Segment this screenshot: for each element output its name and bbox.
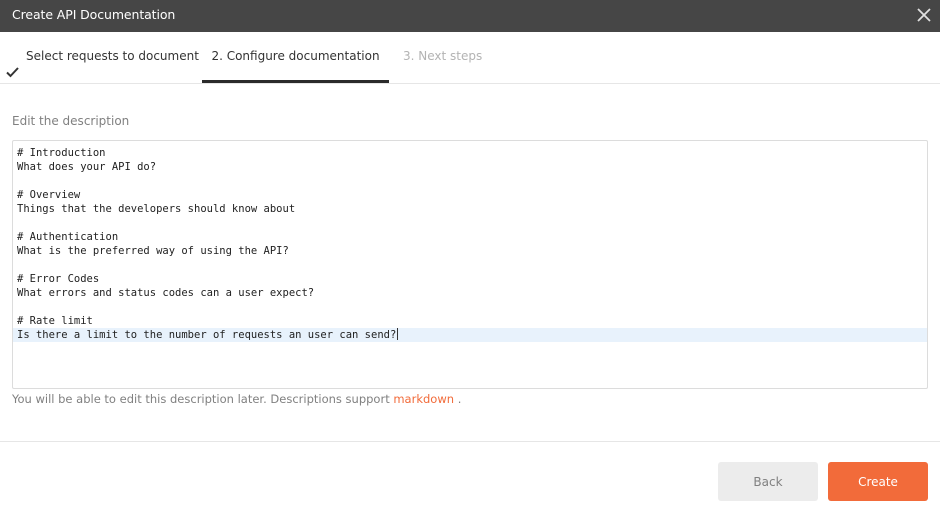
- tab-select-requests-label: Select requests to document: [26, 49, 199, 63]
- create-button[interactable]: Create: [828, 462, 928, 501]
- help-text: You will be able to edit this descriptio…: [12, 392, 461, 406]
- dialog-title: Create API Documentation: [12, 7, 176, 22]
- check-icon: [6, 50, 19, 77]
- create-api-documentation-dialog: Create API Documentation Select requests…: [0, 0, 940, 515]
- editor-line: # Authentication: [17, 231, 119, 243]
- editor-line: # Overview: [17, 189, 81, 201]
- footer-divider: [0, 441, 940, 442]
- text-cursor: [397, 328, 399, 340]
- description-editor[interactable]: # Introduction What does your API do? # …: [12, 140, 928, 389]
- editor-line: What errors and status codes can a user …: [17, 287, 315, 299]
- tab-next-steps-label: 3. Next steps: [403, 49, 483, 63]
- tab-configure-documentation-label: 2. Configure documentation: [211, 49, 380, 63]
- editor-line: What does your API do?: [17, 161, 157, 173]
- editor-line: # Error Codes: [17, 273, 100, 285]
- wizard-steps: Select requests to document 2. Configure…: [0, 32, 940, 84]
- editor-active-line: Is there a limit to the number of reques…: [13, 328, 927, 342]
- editor-line: What is the preferred way of using the A…: [17, 245, 289, 257]
- editor-line-text: Is there a limit to the number of reques…: [17, 329, 397, 341]
- tab-configure-documentation[interactable]: 2. Configure documentation: [202, 32, 389, 83]
- back-button[interactable]: Back: [718, 462, 818, 501]
- help-message: You will be able to edit this descriptio…: [12, 392, 390, 406]
- editor-line: Things that the developers should know a…: [17, 203, 296, 215]
- tab-select-requests[interactable]: Select requests to document: [6, 32, 199, 81]
- close-icon[interactable]: [914, 5, 934, 25]
- markdown-link[interactable]: markdown: [393, 392, 454, 406]
- help-suffix: .: [457, 392, 462, 406]
- editor-line: # Introduction: [17, 147, 106, 159]
- tab-next-steps: 3. Next steps: [403, 32, 482, 81]
- description-label: Edit the description: [12, 114, 130, 128]
- editor-line: # Rate limit: [17, 315, 93, 327]
- dialog-titlebar: Create API Documentation: [0, 0, 940, 32]
